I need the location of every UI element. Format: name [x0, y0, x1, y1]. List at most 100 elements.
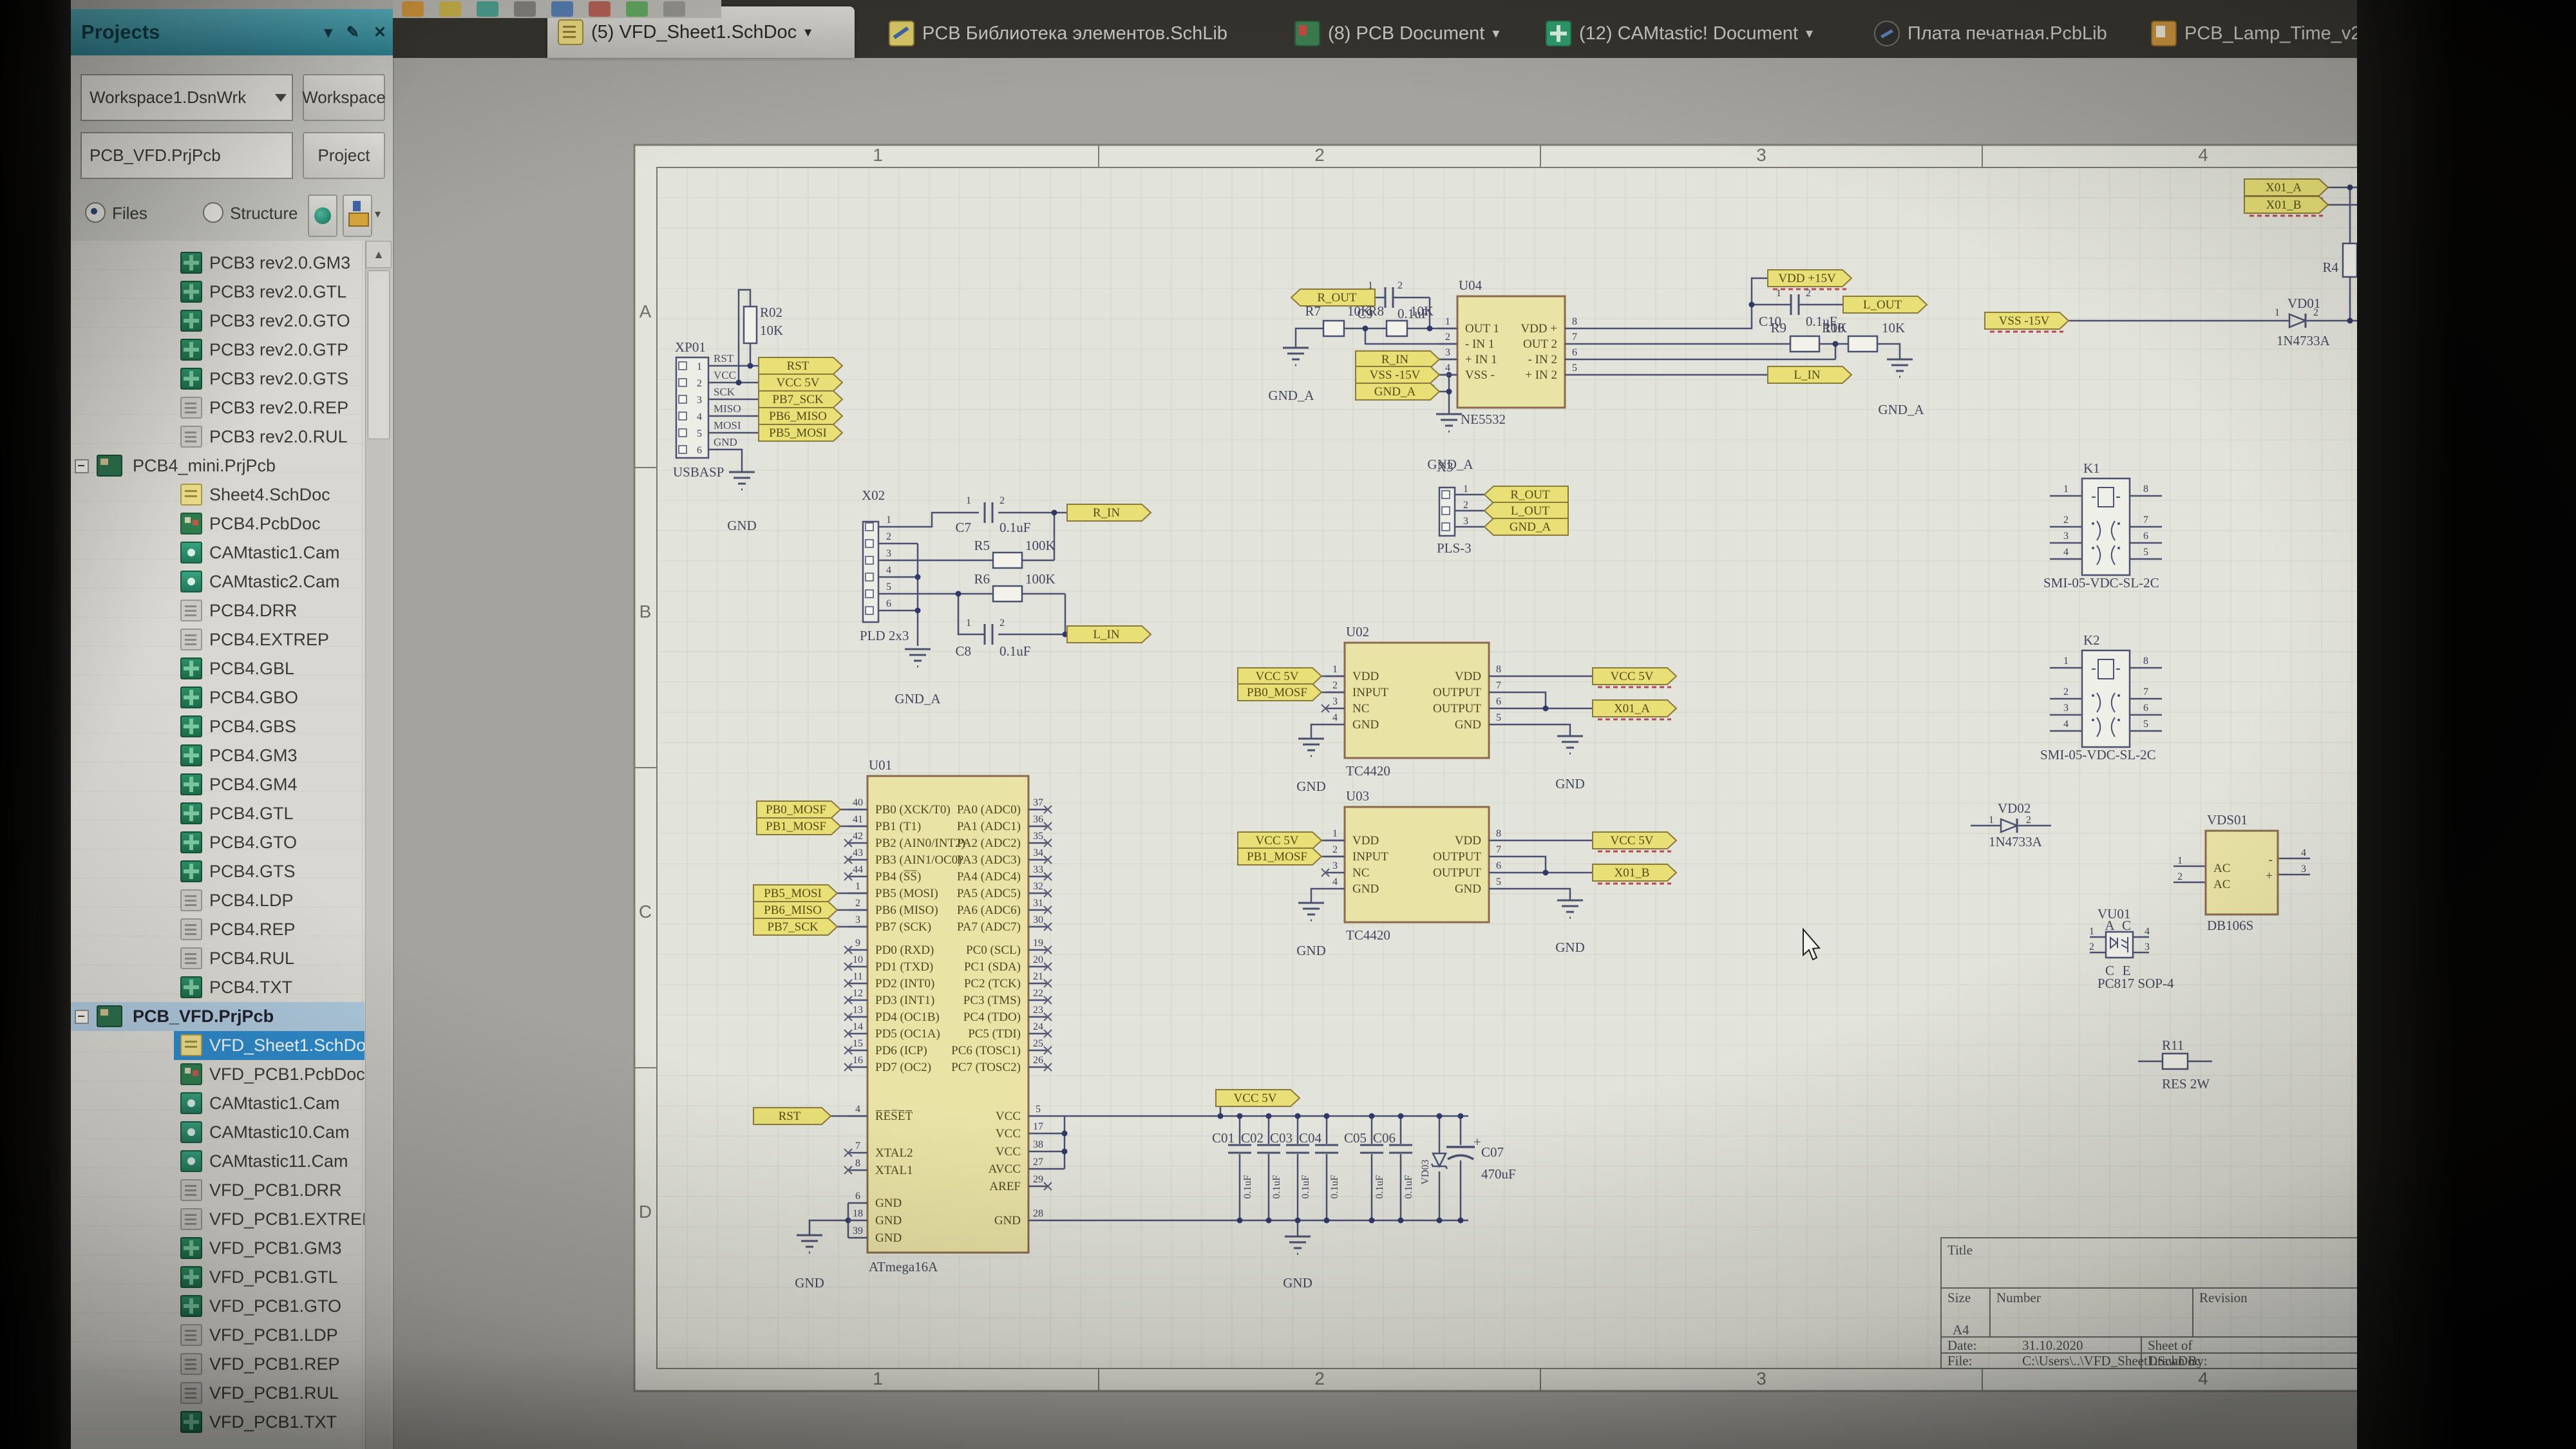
main-toolbar-partial: [393, 0, 721, 18]
tree-item-pcb4-gbs[interactable]: PCB4.GBS: [71, 712, 365, 741]
pin-number: 43: [853, 848, 863, 858]
tree-item-camtastic2-cam[interactable]: CAMtastic2.Cam: [71, 567, 365, 596]
port-label: RST: [787, 359, 810, 373]
toolbar-icon[interactable]: [439, 1, 461, 17]
tree-item-vfd-pcb1-drr[interactable]: VFD_PCB1.DRR: [71, 1176, 365, 1205]
tree-item-pcb4-ldp[interactable]: PCB4.LDP: [71, 886, 365, 915]
pin-number: 26: [1033, 1055, 1043, 1066]
tree-expander-icon[interactable]: [75, 1010, 89, 1024]
tree-item-pcb4-rep[interactable]: PCB4.REP: [71, 915, 365, 944]
tree-item-pcb3-rev2-0-gts[interactable]: PCB3 rev2.0.GTS: [71, 365, 365, 393]
port-label: VCC 5V: [1610, 834, 1653, 848]
tree-item-pcb4-extrep[interactable]: PCB4.EXTREP: [71, 625, 365, 654]
tree-item-pcb3-rev2-0-rep[interactable]: PCB3 rev2.0.REP: [71, 393, 365, 422]
sch-label: 4: [2063, 719, 2069, 730]
schematic-editor[interactable]: 11223344ABCD1OUT 12- IN 13+ IN 14VSS -8V…: [541, 50, 2389, 1449]
toolbar-icon[interactable]: [589, 1, 611, 17]
sch-label: 470uF: [1481, 1166, 1516, 1182]
tree-item-vfd-pcb1-gto[interactable]: VFD_PCB1.GTO: [71, 1292, 365, 1321]
tree-item-camtastic1-cam[interactable]: CAMtastic1.Cam: [71, 538, 365, 567]
panel-scroll-up-icon[interactable]: ▲: [366, 241, 392, 268]
tree-item-sheet4-schdoc[interactable]: Sheet4.SchDoc: [71, 480, 365, 509]
sch-label: 2: [1397, 280, 1403, 291]
chevron-down-icon[interactable]: ▾: [325, 23, 332, 42]
tree-item-camtastic1-cam[interactable]: CAMtastic1.Cam: [71, 1089, 365, 1118]
tab-3[interactable]: (12) CAMtastic! Document▾: [1546, 9, 1842, 58]
tree-item-pcb-vfd-prjpcb[interactable]: PCB_VFD.PrjPcb: [71, 1002, 365, 1031]
tree-item-vfd-pcb1-rep[interactable]: VFD_PCB1.REP: [71, 1350, 365, 1379]
tree-item-pcb4-pcbdoc[interactable]: PCB4.PcbDoc: [71, 509, 365, 538]
tab-caret-icon[interactable]: ▾: [804, 24, 811, 41]
toolbar-icon[interactable]: [663, 1, 685, 17]
workspace-dropdown[interactable]: Workspace1.DsnWrk: [80, 74, 293, 121]
sch-label: 1: [2063, 484, 2069, 495]
tree-item-pcb3-rev2-0-gm3[interactable]: PCB3 rev2.0.GM3: [71, 249, 365, 278]
pin-name: PB0 (XCK/T0): [875, 803, 951, 817]
tree-item-pcb4-drr[interactable]: PCB4.DRR: [71, 596, 365, 625]
tree-item-pcb4-gto[interactable]: PCB4.GTO: [71, 828, 365, 857]
tab-label: Плата печатная.PcbLib: [1908, 23, 2107, 44]
tree-item-pcb3-rev2-0-rul[interactable]: PCB3 rev2.0.RUL: [71, 422, 365, 451]
panel-scroll-thumb[interactable]: [368, 270, 390, 439]
pin-name: PB6 (MISO): [875, 904, 938, 917]
tree-item-pcb4-txt[interactable]: PCB4.TXT: [71, 973, 365, 1002]
zone-col-label: 4: [2198, 145, 2208, 165]
tab-1[interactable]: PCB Библиотека элементов.SchLib: [889, 9, 1249, 58]
tree-item-vfd-sheet1-schdoc[interactable]: VFD_Sheet1.SchDoc: [71, 1031, 365, 1060]
doc-file-icon: [180, 629, 202, 650]
workspace-button[interactable]: Workspace: [303, 74, 385, 121]
toolbar-icon[interactable]: [551, 1, 573, 17]
structure-radio[interactable]: [203, 202, 223, 223]
tree-item-pcb4-gbl[interactable]: PCB4.GBL: [71, 654, 365, 683]
toolbar-icon[interactable]: [626, 1, 648, 17]
project-dropdown[interactable]: PCB_VFD.PrjPcb: [80, 132, 293, 179]
sch-label: C7: [955, 520, 971, 535]
open-project-arrow-icon[interactable]: ▾: [375, 207, 381, 221]
pin-number: 3: [1332, 696, 1338, 707]
tree-item-pcb4-gtl[interactable]: PCB4.GTL: [71, 799, 365, 828]
toolbar-icon[interactable]: [477, 1, 498, 17]
tree-item-vfd-pcb1-ldp[interactable]: VFD_PCB1.LDP: [71, 1321, 365, 1350]
pin-number: 39: [853, 1226, 863, 1236]
tree-item-pcb4-gm3[interactable]: PCB4.GM3: [71, 741, 365, 770]
tree-item-vfd-pcb1-gm3[interactable]: VFD_PCB1.GM3: [71, 1234, 365, 1263]
tree-item-pcb4-rul[interactable]: PCB4.RUL: [71, 944, 365, 973]
files-radio[interactable]: [85, 202, 106, 223]
vault-button[interactable]: [308, 194, 337, 237]
tree-item-pcb4-gbo[interactable]: PCB4.GBO: [71, 683, 365, 712]
tab-label: PCB Библиотека элементов.SchLib: [922, 23, 1227, 44]
tree-item-pcb4-gts[interactable]: PCB4.GTS: [71, 857, 365, 886]
tree-item-camtastic11-cam[interactable]: CAMtastic11.Cam: [71, 1147, 365, 1176]
tree-item-vfd-pcb1-txt[interactable]: VFD_PCB1.TXT: [71, 1408, 365, 1437]
doc-file-icon: [180, 1353, 202, 1375]
tree-item-vfd-pcb1-rul[interactable]: VFD_PCB1.RUL: [71, 1379, 365, 1408]
close-icon[interactable]: ✕: [374, 23, 386, 42]
tree-item-label: PCB3 rev2.0.RUL: [209, 427, 348, 447]
tree-item-vfd-pcb1-pcbdoc[interactable]: VFD_PCB1.PcbDoc: [71, 1060, 365, 1089]
tab-caret-icon[interactable]: ▾: [1806, 25, 1813, 42]
tree-item-label: VFD_PCB1.RUL: [209, 1383, 339, 1403]
tab-2[interactable]: (8) PCB Document▾: [1294, 9, 1507, 58]
workspace-button-label: Workspace: [302, 88, 386, 108]
pin-name: PA5 (ADC5): [957, 887, 1021, 900]
tree-expander-icon[interactable]: [75, 459, 89, 473]
tree-item-camtastic10-cam[interactable]: CAMtastic10.Cam: [71, 1118, 365, 1147]
toolbar-icon[interactable]: [402, 1, 424, 17]
tree-item-pcb4-gm4[interactable]: PCB4.GM4: [71, 770, 365, 799]
tree-item-pcb4-mini-prjpcb[interactable]: PCB4_mini.PrjPcb: [71, 451, 365, 480]
pin-number: 33: [1033, 864, 1043, 875]
toolbar-icon[interactable]: [514, 1, 536, 17]
tree-item-vfd-pcb1-extrep[interactable]: VFD_PCB1.EXTREP: [71, 1205, 365, 1234]
tree-item-pcb3-rev2-0-gtl[interactable]: PCB3 rev2.0.GTL: [71, 278, 365, 307]
tree-item-vfd-pcb1-gtl[interactable]: VFD_PCB1.GTL: [71, 1263, 365, 1292]
tab-caret-icon[interactable]: ▾: [1492, 25, 1499, 42]
tree-item-pcb3-rev2-0-gtp[interactable]: PCB3 rev2.0.GTP: [71, 336, 365, 365]
files-radio-label: Files: [112, 204, 147, 223]
gerber-file-icon: [180, 802, 202, 824]
open-project-button[interactable]: [343, 194, 372, 237]
pin-icon[interactable]: ✎: [346, 23, 359, 42]
tree-item-pcb3-rev2-0-gto[interactable]: PCB3 rev2.0.GTO: [71, 307, 365, 336]
project-button[interactable]: Project: [303, 132, 385, 179]
tab-4[interactable]: Плата печатная.PcbLib: [1874, 9, 2125, 58]
panel-scrollbar[interactable]: ▲: [365, 241, 392, 1449]
